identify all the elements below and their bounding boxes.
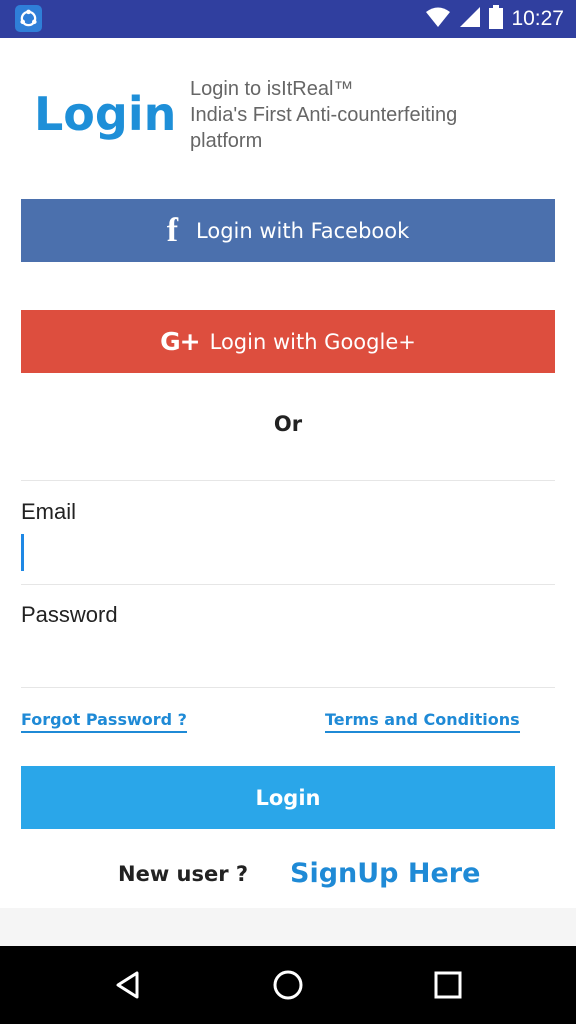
terms-link[interactable]: Terms and Conditions xyxy=(325,710,520,733)
facebook-login-button[interactable]: f Login with Facebook xyxy=(21,199,555,262)
facebook-login-label: Login with Facebook xyxy=(196,218,410,243)
email-label: Email xyxy=(21,499,77,524)
tagline-line: Login to isItReal™ xyxy=(190,78,354,100)
or-separator: Or xyxy=(273,412,303,436)
app-notification-icon xyxy=(15,5,42,32)
tagline-line: India's First Anti-counterfeiting xyxy=(190,104,458,126)
recents-icon[interactable] xyxy=(428,965,468,1005)
wifi-icon xyxy=(425,6,451,32)
status-bar: 10:27 xyxy=(0,0,576,38)
signup-link[interactable]: SignUp Here xyxy=(290,858,480,889)
new-user-text: New user ? xyxy=(118,862,249,886)
google-plus-icon: G+ xyxy=(160,327,200,356)
back-icon[interactable] xyxy=(108,965,148,1005)
tagline-line: platform xyxy=(190,130,263,152)
battery-icon xyxy=(489,5,504,33)
email-field[interactable] xyxy=(21,532,555,572)
google-login-label: Login with Google+ xyxy=(209,329,416,354)
home-icon[interactable] xyxy=(268,965,308,1005)
divider xyxy=(21,480,555,481)
signal-icon xyxy=(459,6,481,32)
bottom-band xyxy=(0,908,576,946)
status-time: 10:27 xyxy=(511,7,564,30)
text-cursor xyxy=(21,534,24,571)
password-field[interactable] xyxy=(21,636,555,676)
divider xyxy=(21,687,555,688)
forgot-password-link[interactable]: Forgot Password ? xyxy=(21,710,187,733)
google-login-button[interactable]: G+ Login with Google+ xyxy=(21,310,555,373)
facebook-icon: f xyxy=(166,211,179,249)
app-logo-text: Login xyxy=(34,87,177,141)
login-button[interactable]: Login xyxy=(21,766,555,829)
tagline: Login to isItReal™ India's First Anti-co… xyxy=(190,76,550,154)
divider xyxy=(21,584,555,585)
navigation-bar xyxy=(0,946,576,1024)
password-label: Password xyxy=(21,602,118,627)
